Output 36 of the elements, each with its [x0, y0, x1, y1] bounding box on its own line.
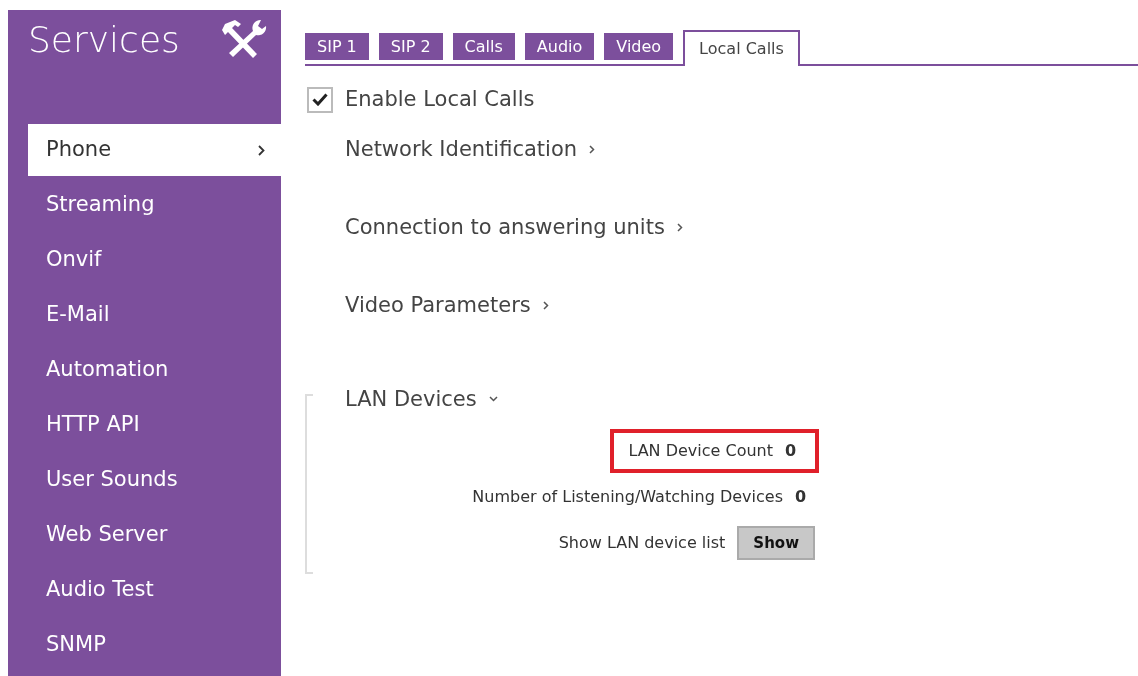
- tab[interactable]: SIP 1: [305, 33, 369, 60]
- section-header[interactable]: Network Identification: [345, 133, 596, 165]
- sidebar-item[interactable]: Web Server: [8, 509, 281, 561]
- tab[interactable]: Local Calls: [683, 30, 800, 66]
- checkmark-icon: [312, 93, 328, 107]
- section-header[interactable]: Video Parameters: [345, 289, 549, 321]
- field-label: Show LAN device list: [558, 532, 726, 554]
- show-button[interactable]: Show: [737, 526, 815, 560]
- sidebar-item[interactable]: Automation: [8, 344, 281, 396]
- sidebar-item[interactable]: User Sounds: [8, 454, 281, 506]
- checkbox[interactable]: [307, 86, 333, 113]
- chevron-down-icon: [488, 396, 498, 403]
- section-header[interactable]: LAN Devices: [345, 383, 498, 415]
- sidebar-item[interactable]: Streaming: [8, 179, 281, 231]
- tools-icon: [221, 18, 267, 58]
- field-label: LAN Device Count: [628, 440, 773, 462]
- checkbox-label: Enable Local Calls: [345, 86, 535, 113]
- tab[interactable]: Calls: [452, 33, 515, 60]
- field-label: Number of Listening/Watching Devices: [472, 486, 783, 508]
- tab[interactable]: SIP 2: [378, 33, 443, 60]
- field-value: 0: [795, 486, 808, 508]
- chevron-right-icon: [676, 222, 683, 232]
- section-header[interactable]: Connection to answering units: [345, 211, 683, 243]
- sidebar-item[interactable]: HTTP API: [8, 399, 281, 451]
- sidebar-item[interactable]: Phone: [28, 124, 281, 176]
- tab[interactable]: Audio: [524, 33, 595, 60]
- tab[interactable]: Video: [604, 33, 674, 60]
- sidebar-item[interactable]: SNMP: [8, 619, 281, 671]
- chevron-right-icon: [589, 144, 596, 154]
- field-value: 0: [785, 440, 798, 462]
- sidebar-item[interactable]: Onvif: [8, 234, 281, 286]
- sidebar-item[interactable]: Audio Test: [8, 564, 281, 616]
- sidebar-item[interactable]: E-Mail: [8, 289, 281, 341]
- chevron-right-icon: [542, 300, 549, 310]
- chevron-right-icon: [258, 144, 265, 156]
- sidebar-title: Services: [28, 18, 180, 62]
